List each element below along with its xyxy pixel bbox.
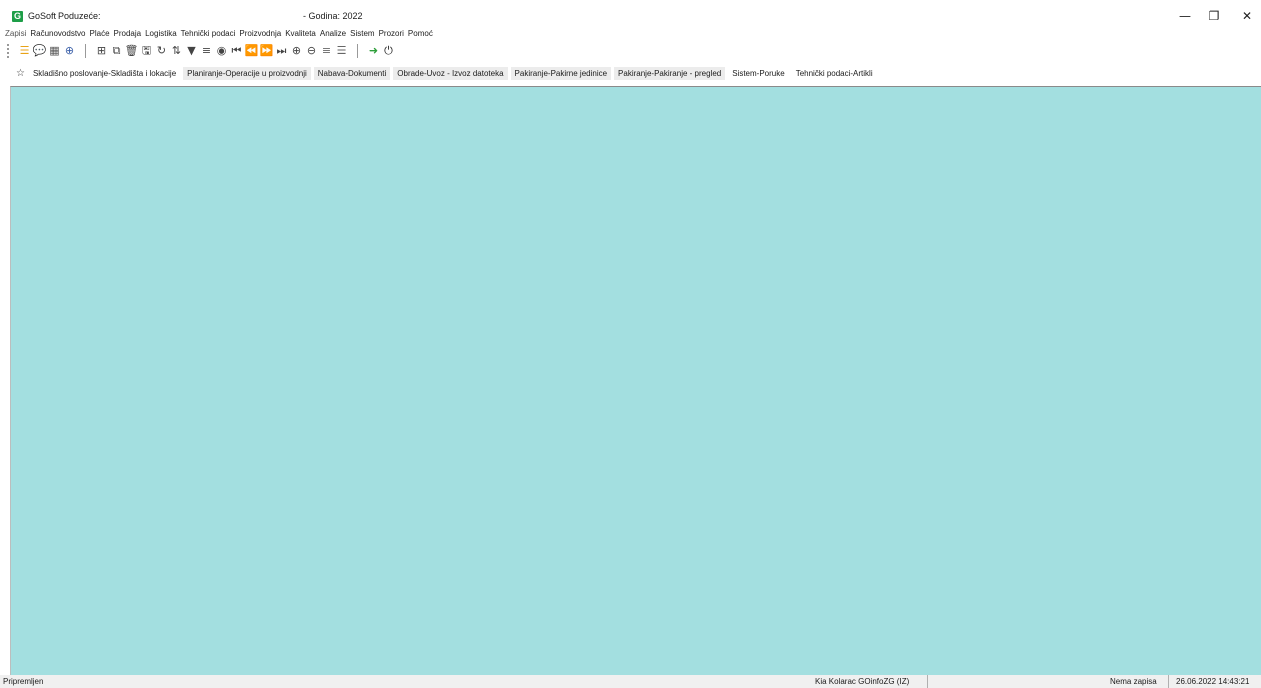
- list-icon[interactable]: ☰: [334, 43, 349, 59]
- zoom-in-icon[interactable]: ⊕: [289, 43, 304, 59]
- previous-record-icon[interactable]: ⏪: [244, 43, 259, 59]
- menu-icon[interactable]: ☰: [17, 43, 32, 59]
- toolbar: ☰ 💬 ▦ ⊕ ⊞ ⧉ 🗑 🖫 ↻ ⇅ ▼ ≡ ◉ ⏮ ⏪ ⏩ ⏭ ⊕ ⊖ ≡ ☰ ➜ ⏻: [7, 43, 396, 59]
- form-tab[interactable]: Obrade-Uvoz - Izvoz datoteka: [393, 67, 508, 80]
- menu-item-proizvodnja[interactable]: Proizvodnja: [237, 27, 283, 41]
- menu-item-prozori[interactable]: Prozori: [377, 27, 406, 41]
- toolbar-separator: [357, 44, 358, 58]
- year-label: - Godina: 2022: [303, 11, 363, 21]
- menu-item-plaće[interactable]: Plaće: [88, 27, 112, 41]
- form-tab[interactable]: Pakiranje-Pakirne jedinice: [510, 67, 612, 80]
- title-bar: G GoSoft Poduzeće: - Godina: 2022 — ❐ ✕: [0, 0, 1261, 27]
- form-tab[interactable]: Skladišno poslovanje-Skladišta i lokacij…: [29, 67, 180, 80]
- globe-icon[interactable]: ⊕: [62, 43, 77, 59]
- sort-icon[interactable]: ⇅: [169, 43, 184, 59]
- menu-item-tehnički-podaci[interactable]: Tehnički podaci: [179, 27, 238, 41]
- chat-icon[interactable]: 💬: [32, 43, 47, 59]
- power-icon[interactable]: ⏻: [381, 43, 396, 59]
- menu-bar: Zapisi Računovodstvo Plaće Prodaja Logistika…: [3, 27, 435, 41]
- align-icon[interactable]: ≡: [319, 43, 334, 59]
- app-name: GoSoft: [28, 11, 57, 21]
- close-button[interactable]: ✕: [1238, 8, 1256, 24]
- restore-button[interactable]: ❐: [1205, 8, 1223, 24]
- status-message: Pripremljen: [3, 677, 44, 686]
- form-tab[interactable]: Planiranje-Operacije u proizvodnji: [183, 67, 311, 80]
- status-records: Nema zapisa: [1110, 675, 1169, 688]
- menu-item-prodaja[interactable]: Prodaja: [112, 27, 144, 41]
- refresh-icon[interactable]: ↻: [154, 43, 169, 59]
- minimize-button[interactable]: —: [1176, 8, 1194, 24]
- form-tab[interactable]: Sistem-Poruke: [728, 67, 788, 80]
- last-record-icon[interactable]: ⏭: [274, 43, 289, 59]
- status-user: Kia Kolarac GOinfoZG (IZ): [815, 675, 928, 688]
- new-record-icon[interactable]: ⊞: [94, 43, 109, 59]
- status-bar: Pripremljen Kia Kolarac GOinfoZG (IZ) Ne…: [0, 675, 1261, 688]
- save-icon[interactable]: 🖫: [139, 43, 154, 59]
- app-logo-icon: G: [12, 11, 23, 22]
- menu-item-sistem[interactable]: Sistem: [348, 27, 376, 41]
- menu-item-kvaliteta[interactable]: Kvaliteta: [283, 27, 318, 41]
- toolbar-grip[interactable]: [7, 44, 12, 58]
- menu-item-analize[interactable]: Analize: [318, 27, 348, 41]
- mdi-workspace: [10, 86, 1261, 675]
- exit-icon[interactable]: ➜: [366, 43, 381, 59]
- first-record-icon[interactable]: ⏮: [229, 43, 244, 59]
- copy-icon[interactable]: ⧉: [109, 43, 124, 59]
- form-tab[interactable]: Nabava-Dokumenti: [313, 67, 391, 80]
- form-tab[interactable]: Pakiranje-Pakiranje - pregled: [614, 67, 726, 80]
- next-record-icon[interactable]: ⏩: [259, 43, 274, 59]
- menu-item-računovodstvo[interactable]: Računovodstvo: [28, 27, 87, 41]
- form-tab[interactable]: Tehnički podaci-Artikli: [792, 67, 877, 80]
- zoom-out-icon[interactable]: ⊖: [304, 43, 319, 59]
- open-forms-bar: ☆ Skladišno poslovanje-Skladišta i lokac…: [16, 67, 880, 80]
- filter-list-icon[interactable]: ≡: [199, 43, 214, 59]
- toolbar-separator: [85, 44, 86, 58]
- view-icon[interactable]: ◉: [214, 43, 229, 59]
- favorites-star-icon[interactable]: ☆: [16, 67, 25, 80]
- menu-item-pomoć[interactable]: Pomoć: [406, 27, 435, 41]
- filter-icon[interactable]: ▼: [184, 43, 199, 59]
- menu-item-zapisi[interactable]: Zapisi: [3, 27, 28, 41]
- delete-icon[interactable]: 🗑: [124, 43, 139, 59]
- calculator-icon[interactable]: ▦: [47, 43, 62, 59]
- status-datetime: 26.06.2022 14:43:21: [1176, 677, 1250, 686]
- company-label: Poduzeće:: [58, 11, 101, 21]
- menu-item-logistika[interactable]: Logistika: [143, 27, 179, 41]
